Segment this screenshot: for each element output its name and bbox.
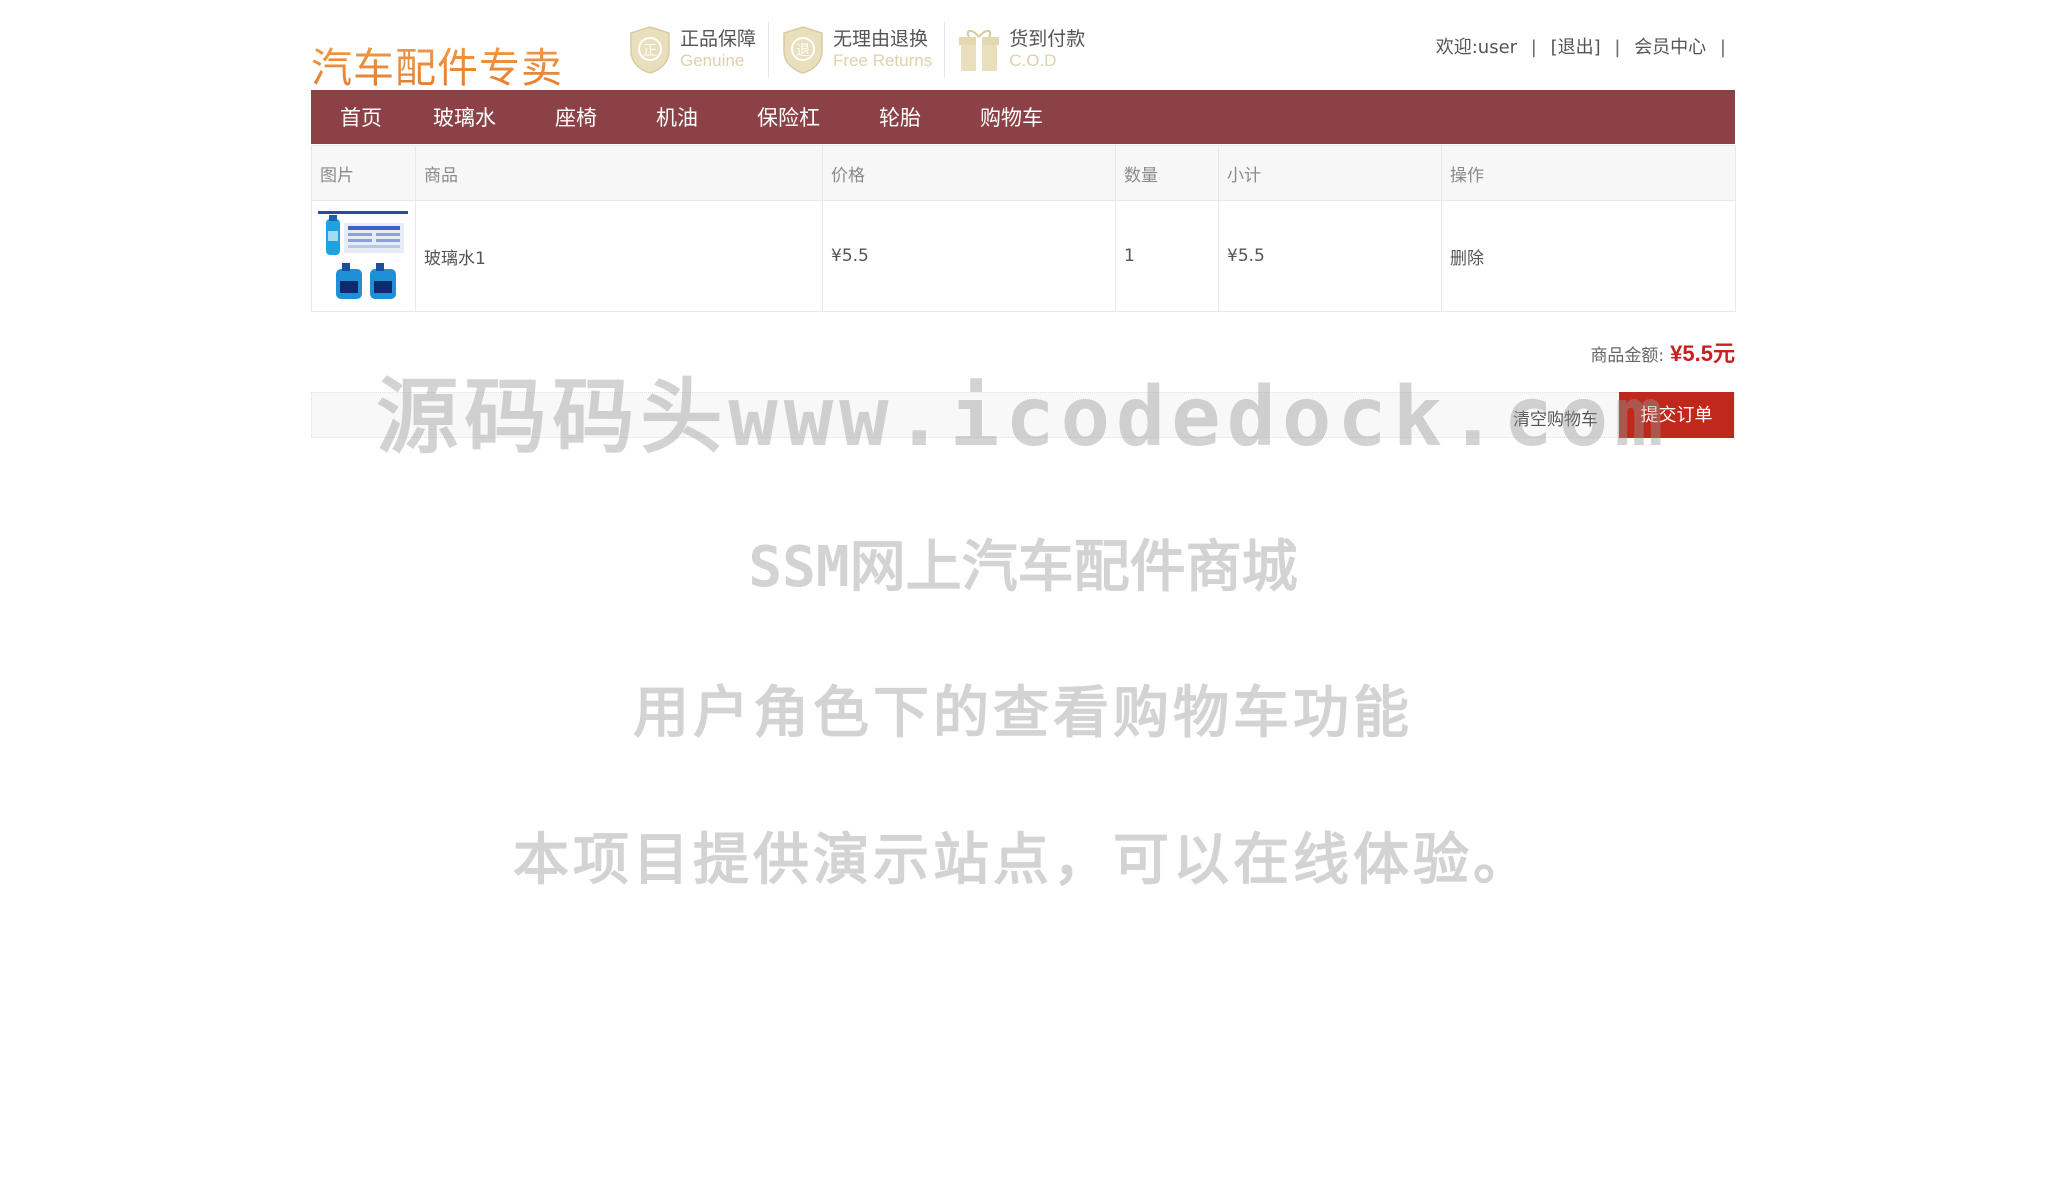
nav-item-home[interactable]: 首页 (340, 102, 382, 132)
badge-cod: 货到付款 C.O.D (957, 22, 1097, 78)
product-action-cell: 删除 (1441, 200, 1736, 312)
separator: | (1614, 37, 1621, 58)
clear-cart-link[interactable]: 清空购物车 (1513, 405, 1598, 430)
badge-genuine-title: 正品保障 (680, 28, 757, 51)
user-bar: 欢迎:user | [退出] | 会员中心 | (1436, 33, 1734, 59)
logout-link[interactable]: [退出] (1551, 33, 1601, 59)
column-header-action: 操作 (1441, 145, 1736, 201)
page: 汽车配件专卖 正 正品保障 Genuine 退 无理由退换 Free Retur… (0, 0, 2046, 1191)
product-name-cell[interactable]: 玻璃水1 (415, 200, 823, 312)
cart-total: 商品金额: ¥5.5元 (1590, 336, 1735, 368)
site-logo[interactable]: 汽车配件专卖 (311, 34, 563, 94)
badge-cod-subtitle: C.O.D (1009, 51, 1057, 71)
nav-item-tires[interactable]: 轮胎 (879, 102, 921, 132)
table-header-row: 图片 商品 价格 数量 小计 操作 (311, 145, 1736, 201)
nav-item-seats[interactable]: 座椅 (555, 102, 597, 132)
nav-item-cart[interactable]: 购物车 (980, 102, 1043, 132)
watermark-line-2: SSM网上汽车配件商城 (748, 535, 1298, 600)
column-header-price: 价格 (822, 145, 1116, 201)
badge-genuine-subtitle: Genuine (680, 51, 745, 71)
table-row: 玻璃水1 ¥5.5 1 ¥5.5 删除 (311, 200, 1736, 312)
product-thumbnail[interactable] (318, 211, 408, 301)
separator: | (1530, 37, 1537, 58)
badge-cod-title: 货到付款 (1009, 28, 1086, 51)
badge-returns-subtitle: Free Returns (833, 51, 933, 71)
column-header-subtotal: 小计 (1218, 145, 1442, 201)
watermark-line-4: 本项目提供演示站点，可以在线体验。 (513, 828, 1533, 893)
member-center-link[interactable]: 会员中心 (1634, 33, 1706, 59)
submit-order-button[interactable]: 提交订单 (1619, 392, 1734, 438)
product-subtotal-cell: ¥5.5 (1218, 200, 1442, 312)
welcome-text: 欢迎:user (1435, 37, 1518, 58)
nav-item-bumper[interactable]: 保险杠 (757, 102, 820, 132)
returns-shield-icon: 退 (783, 26, 823, 74)
main-nav: 首页 玻璃水 座椅 机油 保险杠 轮胎 购物车 (311, 90, 1735, 144)
cart-table: 图片 商品 价格 数量 小计 操作 玻璃水1 ¥5.5 1 ¥5.5 删除 (311, 145, 1736, 312)
total-value: ¥5.5元 (1670, 341, 1735, 366)
product-image-cell (311, 200, 416, 312)
total-label: 商品金额: (1590, 346, 1665, 366)
separator: | (1719, 37, 1726, 58)
genuine-shield-icon: 正 (630, 26, 670, 74)
svg-text:正: 正 (643, 43, 657, 59)
badge-returns: 退 无理由退换 Free Returns (781, 22, 946, 78)
column-header-product: 商品 (415, 145, 823, 201)
badge-returns-title: 无理由退换 (833, 28, 929, 51)
service-badges: 正 正品保障 Genuine 退 无理由退换 Free Returns 货到付款… (628, 22, 1109, 78)
product-quantity-cell: 1 (1115, 200, 1219, 312)
column-header-image: 图片 (311, 145, 416, 201)
cart-actions-bar: 清空购物车 提交订单 (311, 392, 1735, 438)
watermark-line-3: 用户角色下的查看购物车功能 (633, 681, 1413, 746)
product-price-cell: ¥5.5 (822, 200, 1116, 312)
delete-item-link[interactable]: 删除 (1450, 249, 1484, 269)
svg-text:退: 退 (796, 43, 810, 59)
badge-genuine: 正 正品保障 Genuine (628, 22, 770, 78)
nav-item-engine-oil[interactable]: 机油 (656, 102, 698, 132)
column-header-quantity: 数量 (1115, 145, 1219, 201)
gift-icon (959, 30, 1000, 71)
nav-item-washer-fluid[interactable]: 玻璃水 (433, 102, 496, 132)
